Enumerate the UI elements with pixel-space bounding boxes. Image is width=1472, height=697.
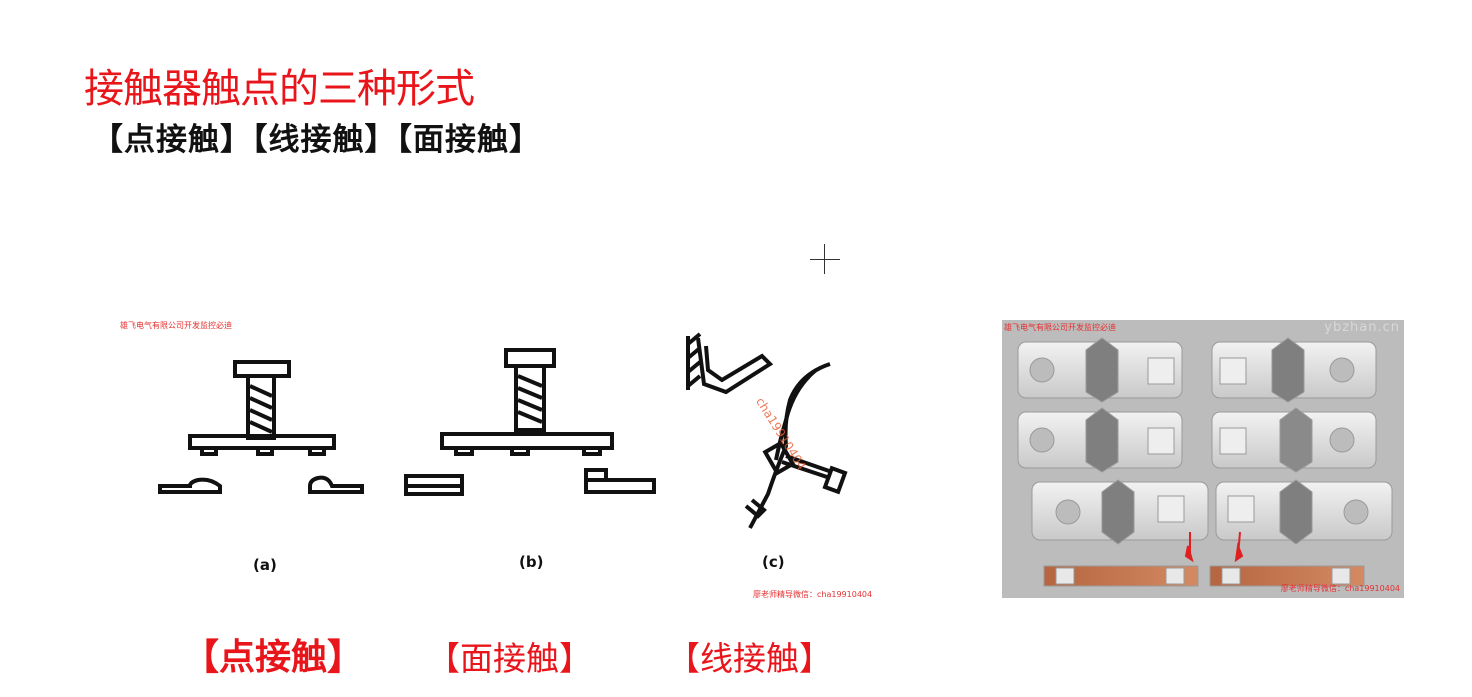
diagram-label-c: (c) — [762, 553, 785, 571]
page-title: 接触器触点的三种形式 — [84, 66, 475, 112]
diagram-watermark-top: 雄飞电气有限公司开发监控必迪 — [120, 321, 232, 330]
diagram-label-a: (a) — [253, 556, 277, 574]
label-surface-contact: 【面接触】 — [427, 639, 592, 678]
label-point-contact: 【点接触】 — [183, 636, 364, 678]
diagram-label-b: (b) — [519, 553, 544, 571]
label-line-contact: 【线接触】 — [667, 639, 832, 678]
photo-watermark-top-right: ybzhan.cn — [1324, 320, 1400, 335]
crosshair-cursor-icon — [810, 244, 840, 274]
contact-diagram: 雄飞电气有限公司开发监控必迪 cha19910404 (a) (b) (c) 廖… — [110, 310, 900, 610]
diagram-watermark-bottom: 廖老师精导微信：cha19910404 — [753, 590, 873, 599]
photo-watermark-bottom-right: 廖老师精导微信：cha19910404 — [1280, 584, 1400, 593]
page-subtitle: 【点接触】【线接触】【面接触】 — [92, 122, 541, 158]
contact-photo-drawing — [1002, 320, 1404, 598]
photo-watermark-top-left: 雄飞电气有限公司开发监控必迪 — [1004, 323, 1116, 332]
contact-photo: 雄飞电气有限公司开发监控必迪 ybzhan.cn 廖老师精导微信：cha1991… — [1002, 320, 1404, 598]
